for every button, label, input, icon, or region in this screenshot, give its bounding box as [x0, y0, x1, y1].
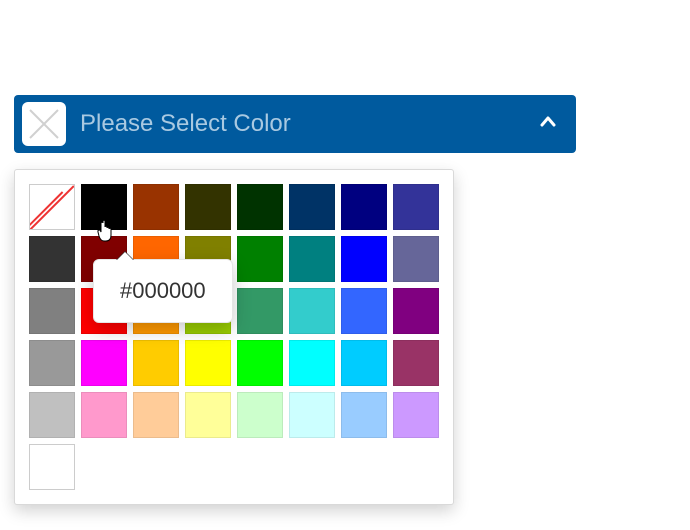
swatch-none[interactable] — [29, 184, 75, 230]
swatch-99ccff[interactable] — [341, 392, 387, 438]
swatch-ffff99[interactable] — [185, 392, 231, 438]
tooltip-text: #000000 — [120, 278, 206, 303]
swatch-003366[interactable] — [289, 184, 335, 230]
selected-color-preview — [22, 102, 66, 146]
swatch-008000[interactable] — [237, 236, 283, 282]
swatch-cc99ff[interactable] — [393, 392, 439, 438]
swatch-ffff00[interactable] — [185, 340, 231, 386]
swatch-3366ff[interactable] — [341, 288, 387, 334]
swatch-0000ff[interactable] — [341, 236, 387, 282]
swatch-ccffff[interactable] — [289, 392, 335, 438]
swatch-008080[interactable] — [289, 236, 335, 282]
swatch-800080[interactable] — [393, 288, 439, 334]
chevron-up-icon — [538, 112, 558, 137]
color-grid — [29, 184, 439, 438]
swatch-993366[interactable] — [393, 340, 439, 386]
swatch-00ff00[interactable] — [237, 340, 283, 386]
swatch-000080[interactable] — [341, 184, 387, 230]
swatch-333300[interactable] — [185, 184, 231, 230]
swatch-339966[interactable] — [237, 288, 283, 334]
color-dropdown[interactable]: Please Select Color — [14, 95, 576, 153]
swatch-00ffff[interactable] — [289, 340, 335, 386]
swatch-ff99cc[interactable] — [81, 392, 127, 438]
dropdown-placeholder: Please Select Color — [80, 110, 538, 138]
swatch-808080[interactable] — [29, 288, 75, 334]
swatch-993300[interactable] — [133, 184, 179, 230]
swatch-333333[interactable] — [29, 236, 75, 282]
color-tooltip: #000000 — [93, 259, 233, 323]
swatch-ffcc00[interactable] — [133, 340, 179, 386]
swatch-ffffff[interactable] — [29, 444, 75, 490]
color-palette-panel — [14, 169, 454, 505]
swatch-00ccff[interactable] — [341, 340, 387, 386]
swatch-666699[interactable] — [393, 236, 439, 282]
swatch-33cccc[interactable] — [289, 288, 335, 334]
swatch-c0c0c0[interactable] — [29, 392, 75, 438]
swatch-ccffcc[interactable] — [237, 392, 283, 438]
swatch-000000[interactable] — [81, 184, 127, 230]
swatch-999999[interactable] — [29, 340, 75, 386]
swatch-ff00ff[interactable] — [81, 340, 127, 386]
swatch-ffcc99[interactable] — [133, 392, 179, 438]
swatch-333399[interactable] — [393, 184, 439, 230]
swatch-003300[interactable] — [237, 184, 283, 230]
color-grid-extra — [29, 444, 439, 490]
